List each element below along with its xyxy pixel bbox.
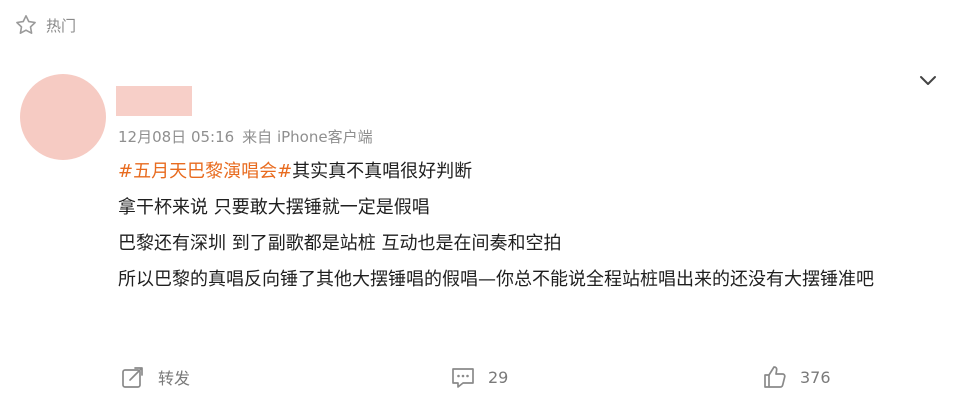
share-icon bbox=[122, 367, 143, 388]
post-line-2: 拿干杯来说 只要敢大摆锤就一定是假唱 bbox=[118, 197, 430, 218]
repost-button[interactable]: 转发 bbox=[120, 364, 190, 390]
post-text: 其实真不真唱很好判断 bbox=[292, 161, 473, 182]
post-meta: 12月08日 05:16 来自 iPhone客户端 bbox=[118, 126, 373, 147]
action-bar: 转发 29 376 bbox=[0, 360, 960, 396]
comment-count: 29 bbox=[488, 367, 509, 387]
star-outline-icon bbox=[16, 15, 36, 34]
topic-link[interactable]: #五月天巴黎演唱会# bbox=[118, 161, 292, 182]
thumbs-up-icon bbox=[764, 366, 786, 388]
repost-label: 转发 bbox=[158, 369, 191, 388]
chevron-down-icon bbox=[920, 76, 936, 85]
hot-label: 热门 bbox=[46, 16, 77, 35]
collapse-button[interactable] bbox=[916, 68, 940, 92]
comment-button[interactable]: 29 bbox=[450, 364, 508, 390]
post-line-1: #五月天巴黎演唱会#其实真不真唱很好判断 bbox=[118, 154, 938, 190]
comment-icon bbox=[452, 368, 474, 388]
post-timestamp: 12月08日 05:16 bbox=[118, 128, 235, 146]
hot-section-header: 热门 bbox=[14, 10, 76, 40]
like-count: 376 bbox=[800, 367, 831, 387]
username-redacted[interactable] bbox=[116, 86, 192, 116]
post-content: #五月天巴黎演唱会#其实真不真唱很好判断 拿干杯来说 只要敢大摆锤就一定是假唱 … bbox=[118, 154, 938, 298]
post-line-4: 所以巴黎的真唱反向锤了其他大摆锤唱的假唱—你总不能说全程站桩唱出来的还没有大摆锤… bbox=[118, 269, 874, 290]
post-line-3: 巴黎还有深圳 到了副歌都是站桩 互动也是在间奏和空拍 bbox=[118, 233, 562, 254]
post-source: 来自 iPhone客户端 bbox=[242, 128, 373, 146]
avatar[interactable] bbox=[20, 74, 106, 160]
like-button[interactable]: 376 bbox=[762, 364, 831, 390]
